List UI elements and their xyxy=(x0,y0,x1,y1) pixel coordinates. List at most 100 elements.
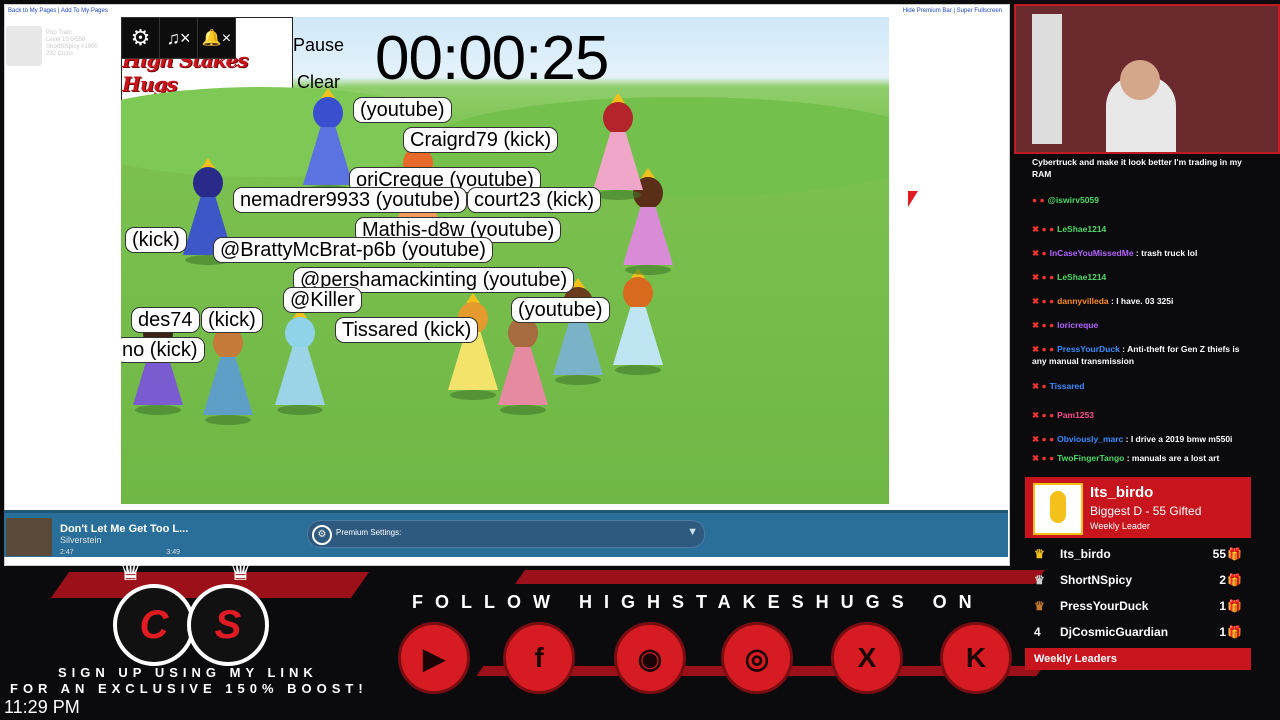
music-mute-icon: ♫× xyxy=(166,27,191,48)
player-name-tag: no (kick) xyxy=(121,337,205,363)
game-timer: 00:00:25 xyxy=(375,24,609,93)
gear-icon: ⚙ xyxy=(130,25,151,50)
clock: 11:29 PM xyxy=(4,697,80,717)
settings-button[interactable]: ⚙ xyxy=(121,17,160,59)
crown-icon: ♛ xyxy=(118,555,144,586)
x-icon: X xyxy=(831,622,903,694)
time-total: 3:49 xyxy=(166,549,180,556)
trophy-icon: ♛ xyxy=(1034,599,1045,613)
badge-icon: ✖ ● ● xyxy=(1032,434,1055,444)
pet-card: Pop Train Level 10 0/550 ShortNSpicy #19… xyxy=(6,26,114,70)
badge-icon: ✖ ● ● xyxy=(1032,224,1055,234)
player-name-tag: (kick) xyxy=(125,227,187,253)
badge-icon: ✖ ● xyxy=(1032,381,1047,391)
game-canvas[interactable]: ⚙ ♫× 🔔× Pause Clear 00:00:25 High Stakes… xyxy=(121,17,889,504)
chat-user: LeShae1214 xyxy=(1057,224,1107,234)
pet-line: Pop Train xyxy=(46,30,72,36)
leaderboard-row: ♛ PressYourDuck 1 🎁 xyxy=(1030,596,1244,618)
time-elapsed: 2:47 xyxy=(60,549,74,556)
mouse-cursor-icon xyxy=(908,191,918,207)
badge-icon: ✖ ● ● xyxy=(1032,453,1055,463)
leader-tag: Weekly Leader xyxy=(1090,521,1150,531)
chat-user: Tissared xyxy=(1049,381,1085,391)
bell-mute-icon: 🔔× xyxy=(201,30,232,47)
leaderboard-count: 1 xyxy=(1219,625,1226,639)
album-art xyxy=(6,518,52,556)
trophy-icon: ♛ xyxy=(1034,573,1045,587)
crown-icon: ♛ xyxy=(228,555,254,586)
gift-icon: 🎁 xyxy=(1227,573,1242,587)
badge-icon: ● ● xyxy=(1032,195,1045,205)
chat-user: @iswirv5059 xyxy=(1047,195,1099,205)
pet-avatar xyxy=(6,26,42,66)
leaderboard-row: ♛ Its_birdo 55 🎁 xyxy=(1030,544,1244,566)
leaderboard-name: PressYourDuck xyxy=(1060,599,1149,613)
pause-button[interactable]: Pause xyxy=(293,35,344,56)
gear-icon: ⚙ xyxy=(312,525,332,545)
chat-user: dannyvilleda xyxy=(1057,296,1109,306)
badge-icon: ✖ ● ● xyxy=(1032,410,1055,420)
pet-line: ShortNSpicy #1900 xyxy=(46,44,98,50)
chat-user: TwoFingerTango xyxy=(1057,453,1125,463)
chevron-down-icon: ▼ xyxy=(687,526,698,538)
leader-name: Its_birdo xyxy=(1090,484,1154,501)
leaderboard-name: Its_birdo xyxy=(1060,547,1111,561)
leaderboard-row: 4 DjCosmicGuardian 1 🎁 xyxy=(1030,622,1244,644)
facebook-icon: f xyxy=(503,622,575,694)
chat-text: manuals are a lost art xyxy=(1131,453,1220,463)
bg-stripe xyxy=(515,570,1045,584)
player-name-tag: (kick) xyxy=(201,307,263,333)
leaderboard-footer-label: Weekly Leaders xyxy=(1034,653,1117,665)
leaderboard-count: 1 xyxy=(1219,599,1226,613)
leader-avatar xyxy=(1033,483,1083,535)
player-name-tag: @BrattyMcBrat-p6b (youtube) xyxy=(213,237,493,263)
player-name-tag: nemadrer9933 (youtube) xyxy=(233,187,468,213)
music-mute-button[interactable]: ♫× xyxy=(159,17,198,59)
streamer-head xyxy=(1120,60,1160,100)
badge-icon: ✖ ● ● xyxy=(1032,296,1055,306)
chat-user: LeShae1214 xyxy=(1057,272,1107,282)
youtube-icon: ▶ xyxy=(398,622,470,694)
signup-line-2: FOR AN EXCLUSIVE 150% BOOST! xyxy=(10,681,368,696)
instagram-icon: ◎ xyxy=(721,622,793,694)
leaderboard-count: 55 xyxy=(1212,547,1226,561)
chat-user: InCaseYouMissedMe xyxy=(1049,248,1134,258)
top-right-links[interactable]: Hide Premium Bar | Super Fullscreen xyxy=(903,8,1002,14)
sound-mute-button[interactable]: 🔔× xyxy=(197,17,236,59)
player-name-tag: @Killer xyxy=(283,287,362,313)
top-links[interactable]: Back to My Pages | Add To My Pages xyxy=(8,8,108,14)
badge-icon: ✖ ● ● xyxy=(1032,272,1055,282)
chat-text: I drive a 2019 bmw m550i xyxy=(1130,434,1233,444)
leaderboard-name: DjCosmicGuardian xyxy=(1060,625,1169,639)
song-title: Don't Let Me Get Too L... xyxy=(60,523,189,535)
kick-icon: K xyxy=(940,622,1012,694)
player-name-tag: (youtube) xyxy=(511,297,610,323)
discord-icon: ◉ xyxy=(614,622,686,694)
chat-user: PressYourDuck xyxy=(1057,344,1120,354)
signup-line-1: SIGN UP USING MY LINK xyxy=(58,665,318,680)
chat-user: Obviously_marc xyxy=(1057,434,1124,444)
player-name-tag: court23 (kick) xyxy=(467,187,602,213)
player-name-tag: Tissared (kick) xyxy=(335,317,479,343)
badge-icon: ✖ ● ● xyxy=(1032,320,1055,330)
cs-logo-c: C xyxy=(113,584,195,666)
leaderboard-count: 2 xyxy=(1219,573,1226,587)
webcam-feed xyxy=(1014,4,1280,154)
chat-user: Pam1253 xyxy=(1057,410,1094,420)
chat-user: loricreque xyxy=(1057,320,1099,330)
follow-banner: FOLLOW HIGHSTAKESHUGS ON xyxy=(412,592,984,612)
chat-text: trash truck lol xyxy=(1141,248,1198,258)
gift-icon: 🎁 xyxy=(1227,599,1242,613)
song-artist: Silverstein xyxy=(60,535,102,545)
badge-icon: ✖ ● ● xyxy=(1032,344,1055,354)
player-name-tag: Craigrd79 (kick) xyxy=(403,127,559,153)
premium-settings-label: Premium Settings: xyxy=(336,528,402,537)
leader-subtitle: Biggest D - 55 Gifted xyxy=(1090,504,1202,518)
pet-line: Level 10 0/550 xyxy=(46,37,86,43)
chat-panel: Cybertruck and make it look better I'm t… xyxy=(1032,157,1242,463)
cs-logo-s: S xyxy=(187,584,269,666)
gift-icon: 🎁 xyxy=(1227,625,1242,639)
leaderboard-row: ♛ ShortNSpicy 2 🎁 xyxy=(1030,570,1244,592)
player-name-tag: des74 xyxy=(131,307,200,333)
chat-text: I have. 03 325i xyxy=(1116,296,1174,306)
